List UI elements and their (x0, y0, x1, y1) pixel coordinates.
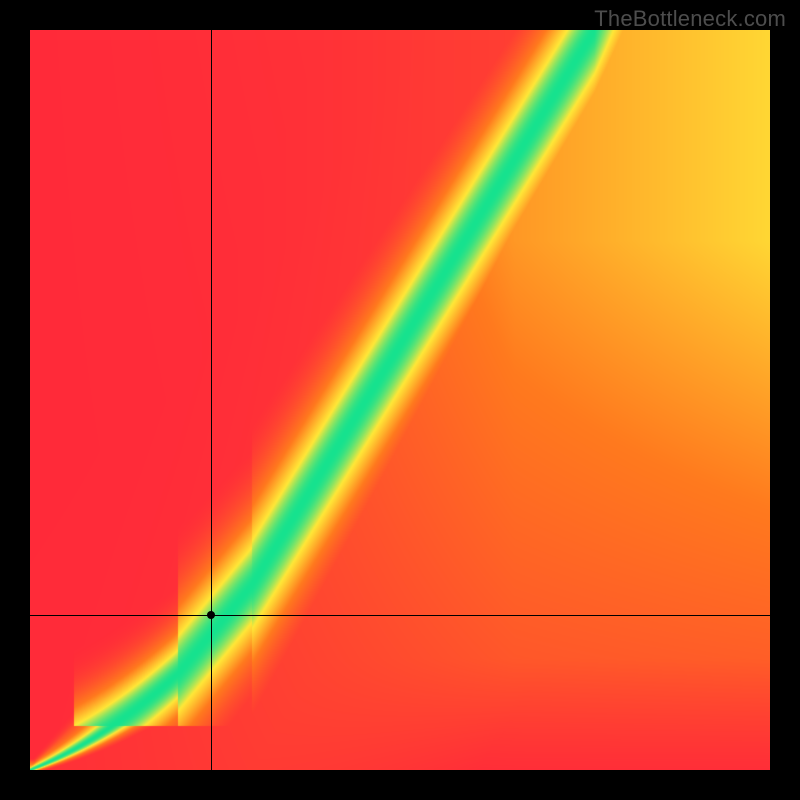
watermark-label: TheBottleneck.com (594, 6, 786, 32)
heatmap-canvas (30, 30, 770, 770)
crosshair-horizontal (30, 615, 770, 616)
chart-frame: TheBottleneck.com (0, 0, 800, 800)
crosshair-vertical (211, 30, 212, 770)
query-point-dot (207, 611, 215, 619)
